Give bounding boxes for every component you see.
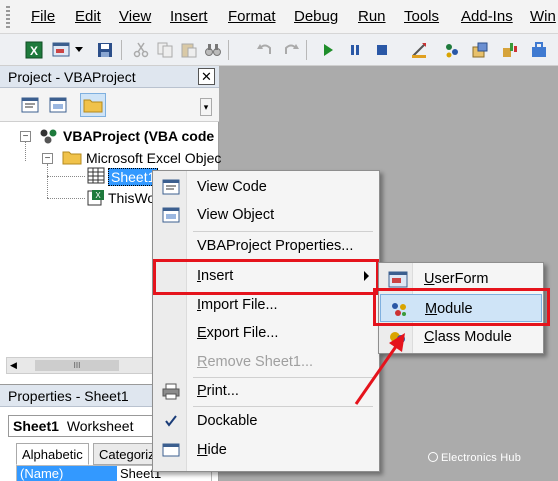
tab-alphabetic[interactable]: Alphabetic (16, 443, 89, 465)
red-arrow-annotation (354, 333, 405, 405)
electronics-hub-logo-icon (428, 452, 438, 462)
watermark: Electronics Hub (428, 452, 521, 464)
watermark-text: Electronics Hub (441, 452, 522, 464)
